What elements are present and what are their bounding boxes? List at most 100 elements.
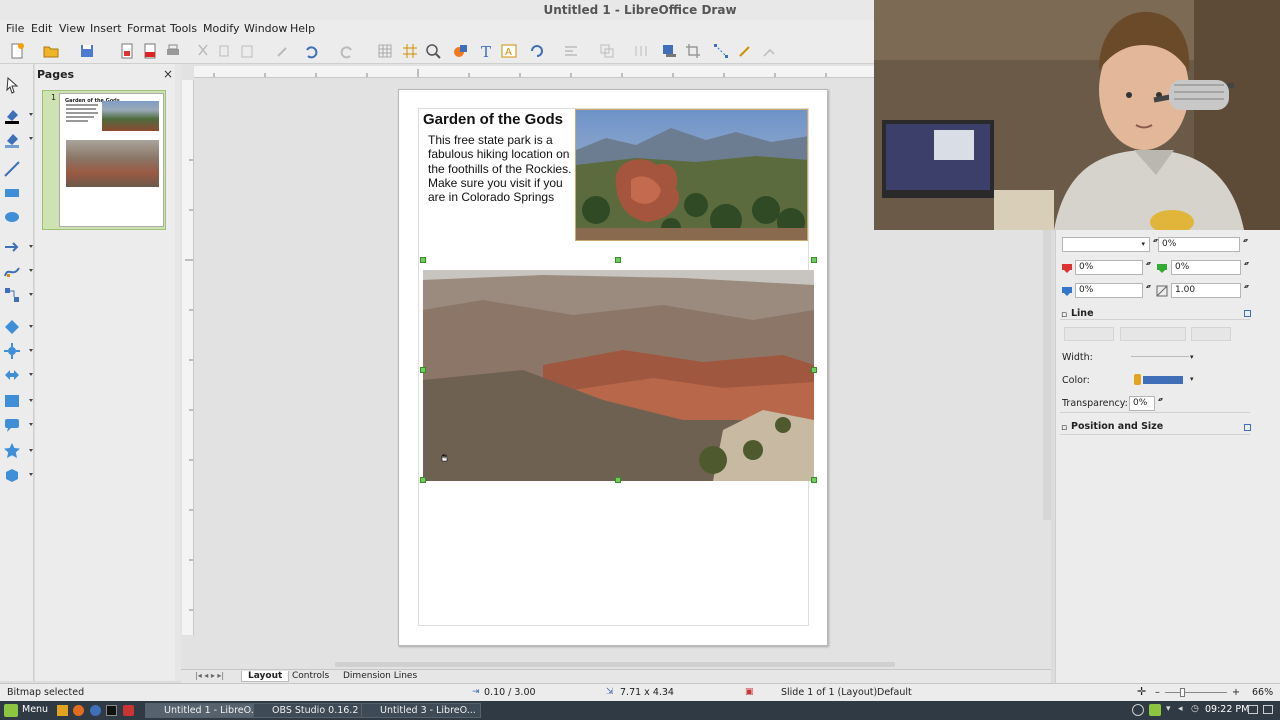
stars-icon[interactable] — [3, 442, 33, 462]
chevron-down-icon[interactable]: ▾ — [1190, 353, 1194, 361]
zoom-icon[interactable] — [424, 42, 442, 60]
expand-position-size-icon[interactable]: ▫ — [1061, 423, 1067, 433]
shapes-icon[interactable] — [452, 42, 470, 60]
arrow-style-select[interactable] — [1120, 327, 1186, 341]
open-folder-icon[interactable] — [42, 42, 60, 60]
tab-navigation-arrows[interactable]: |◂ ◂ ▸ ▸| — [189, 671, 230, 680]
ellipse-tool-icon[interactable] — [3, 208, 25, 228]
firefox-launcher-icon[interactable] — [73, 705, 84, 716]
vertical-ruler[interactable] — [182, 80, 194, 635]
shadow-icon[interactable] — [660, 42, 678, 60]
line-section-header[interactable]: Line — [1071, 308, 1094, 319]
terminal-launcher-icon[interactable] — [106, 705, 117, 716]
rectangle-tool-icon[interactable] — [3, 184, 25, 204]
fill-color-icon[interactable] — [3, 130, 33, 150]
line-more-options-icon[interactable] — [1244, 310, 1251, 317]
flowchart-icon[interactable] — [3, 392, 33, 412]
basic-shapes-icon[interactable] — [3, 318, 33, 338]
print-icon[interactable] — [164, 42, 182, 60]
selection-handle-top-right[interactable] — [811, 257, 817, 263]
tab-layout[interactable]: Layout — [241, 671, 290, 682]
system-tray-status-icon[interactable] — [1132, 704, 1144, 716]
page-thumbnail[interactable]: Garden of the Gods — [59, 93, 164, 227]
menu-format[interactable]: Format — [127, 22, 166, 35]
new-document-icon[interactable] — [8, 42, 26, 60]
photo-garden-of-the-gods[interactable] — [575, 109, 808, 241]
network-icon[interactable]: ▾ — [1166, 704, 1171, 714]
fontwork-icon[interactable]: A — [500, 42, 518, 60]
close-icon[interactable]: × — [163, 67, 173, 81]
zoom-in-button[interactable]: + — [1232, 687, 1240, 698]
zoom-slider-handle[interactable] — [1180, 688, 1185, 697]
arrow-end-select[interactable] — [1191, 327, 1231, 341]
app-launcher-icon[interactable] — [123, 705, 134, 716]
menu-insert[interactable]: Insert — [90, 22, 122, 35]
line-width-selector[interactable] — [1131, 356, 1189, 357]
horizontal-scrollbar[interactable] — [335, 662, 895, 667]
select-tool-icon[interactable] — [3, 76, 25, 96]
selection-handle-bottom-right[interactable] — [811, 477, 817, 483]
zoom-level[interactable]: 66% — [1252, 687, 1273, 698]
3d-objects-icon[interactable] — [3, 466, 33, 486]
photo-grand-canyon[interactable] — [423, 270, 814, 481]
selection-handle-bottom-left[interactable] — [420, 477, 426, 483]
menu-tools[interactable]: Tools — [170, 22, 197, 35]
helplines-icon[interactable] — [401, 42, 419, 60]
start-menu-button[interactable]: Menu — [22, 704, 48, 715]
menu-view[interactable]: View — [59, 22, 85, 35]
clone-formatting-icon[interactable] — [274, 42, 292, 60]
redo-icon[interactable] — [338, 42, 356, 60]
toggle-extrusion-icon[interactable] — [760, 42, 778, 60]
arrange-icon[interactable] — [598, 42, 616, 60]
zoom-slider[interactable] — [1165, 692, 1227, 693]
curves-icon[interactable] — [3, 262, 33, 282]
menu-edit[interactable]: Edit — [31, 22, 52, 35]
grid-icon[interactable] — [376, 42, 394, 60]
line-style-select[interactable] — [1064, 327, 1114, 341]
menu-file[interactable]: File — [6, 22, 24, 35]
transparency-type-select[interactable]: ▾ — [1062, 237, 1159, 252]
show-desktop-icon[interactable] — [1248, 705, 1258, 714]
text-icon[interactable]: T — [477, 42, 495, 61]
callouts-icon[interactable] — [3, 416, 33, 436]
lines-arrows-icon[interactable] — [3, 238, 33, 258]
selection-handle-right[interactable] — [811, 367, 817, 373]
gradient-start-field[interactable]: 0% — [1075, 260, 1152, 275]
tab-controls[interactable]: Controls — [286, 671, 335, 681]
chevron-down-icon[interactable]: ▾ — [1190, 375, 1194, 383]
points-icon[interactable] — [712, 42, 730, 60]
menu-help[interactable]: Help — [290, 22, 315, 35]
horizontal-ruler[interactable] — [194, 66, 874, 78]
selection-handle-left[interactable] — [420, 367, 426, 373]
distribute-icon[interactable] — [632, 42, 650, 60]
menu-logo-icon[interactable] — [4, 704, 18, 717]
gradient-end-field[interactable]: 0% — [1171, 260, 1250, 275]
menu-window[interactable]: Window — [244, 22, 287, 35]
volume-icon[interactable]: ◂ — [1178, 704, 1183, 714]
line-color-swatch[interactable] — [1143, 376, 1183, 384]
paste-icon[interactable] — [238, 42, 256, 60]
export-icon[interactable] — [118, 42, 136, 60]
tab-dimension-lines[interactable]: Dimension Lines — [337, 671, 423, 681]
border-field[interactable]: 1.00 — [1171, 283, 1250, 298]
menu-modify[interactable]: Modify — [203, 22, 239, 35]
line-color-icon[interactable] — [3, 106, 33, 126]
transformations-icon[interactable] — [528, 42, 546, 60]
align-icon[interactable] — [562, 42, 580, 60]
line-transparency-field[interactable]: 0% — [1129, 396, 1164, 411]
document-body-text[interactable]: This free state park is a fabulous hikin… — [428, 133, 576, 204]
undo-icon[interactable] — [302, 42, 320, 60]
connectors-icon[interactable] — [3, 286, 33, 306]
position-size-more-options-icon[interactable] — [1244, 424, 1251, 431]
crop-icon[interactable] — [684, 42, 702, 60]
copy-icon[interactable] — [216, 42, 234, 60]
task-libreoffice-untitled-1[interactable]: Untitled 1 - LibreO... — [145, 703, 265, 718]
selection-handle-top[interactable] — [615, 257, 621, 263]
cut-icon[interactable] — [194, 42, 212, 60]
fit-page-icon[interactable]: ✛ — [1137, 685, 1146, 698]
gluepoints-icon[interactable] — [736, 42, 754, 60]
symbol-shapes-icon[interactable] — [3, 342, 33, 362]
line-tool-icon[interactable] — [3, 160, 25, 180]
save-icon[interactable] — [78, 42, 96, 60]
transparency-top-field[interactable]: 0% — [1158, 237, 1249, 252]
